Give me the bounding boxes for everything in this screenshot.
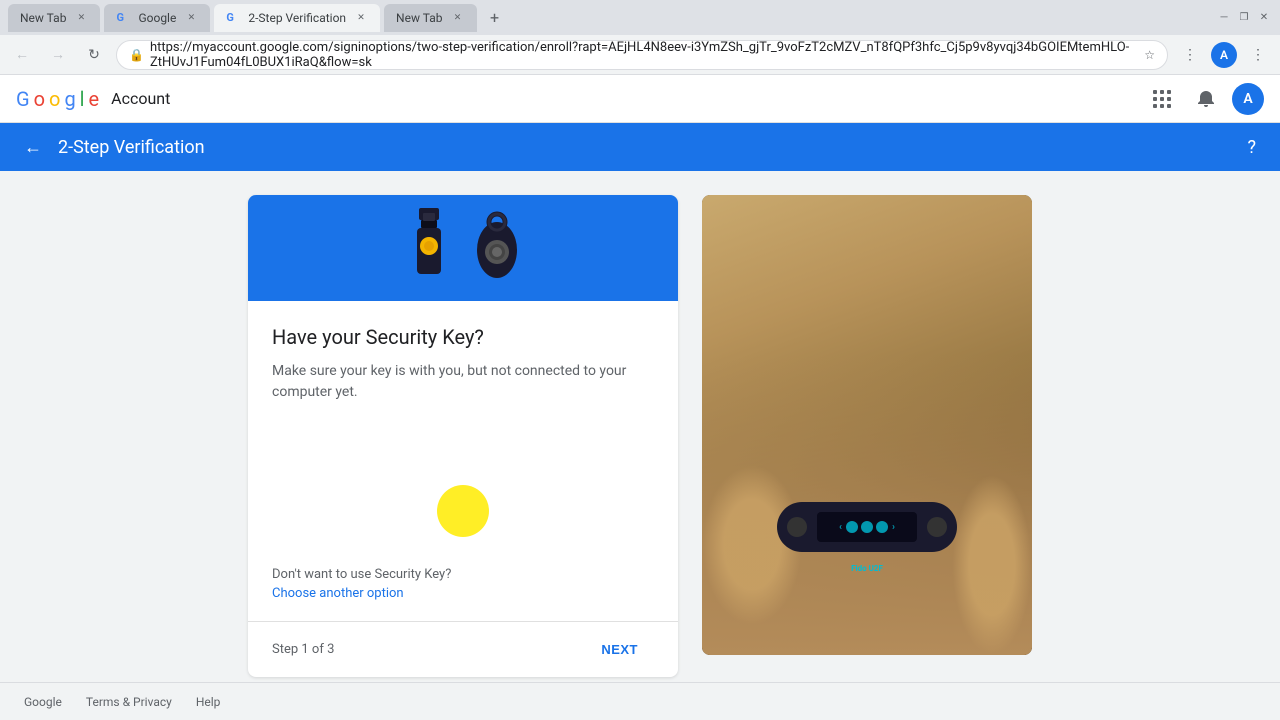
tab-new-tab-1[interactable]: New Tab ✕ — [8, 4, 100, 32]
account-icon-toolbar[interactable]: A — [1210, 41, 1238, 69]
tab-title: New Tab — [396, 11, 442, 25]
app-icons — [846, 521, 888, 533]
card-footer-alt: Don't want to use Security Key? Choose a… — [248, 567, 678, 621]
minimize-button[interactable]: ─ — [1216, 10, 1232, 26]
usb-key-icon — [403, 208, 455, 288]
app-icon-2 — [861, 521, 873, 533]
card-image-area — [248, 195, 678, 301]
ledger-right-button — [927, 517, 947, 537]
tab-close-4[interactable]: ✕ — [451, 11, 465, 25]
tab-2step[interactable]: G 2-Step Verification ✕ — [214, 4, 380, 32]
notifications-icon[interactable] — [1188, 81, 1224, 117]
close-button[interactable]: ✕ — [1256, 10, 1272, 26]
forward-button[interactable]: → — [44, 41, 72, 69]
keyfob-icon — [471, 208, 523, 288]
ledger-device: ‹ › — [777, 502, 957, 552]
footer-link-help[interactable]: Help — [196, 695, 221, 709]
lock-icon: 🔒 — [129, 48, 144, 62]
ledger-screen: ‹ › — [817, 512, 917, 542]
video-background: ‹ › Fido U2F — [702, 195, 1032, 655]
extensions-icon[interactable]: ⋮ — [1176, 41, 1204, 69]
settings-icon[interactable]: ⋮ — [1244, 41, 1272, 69]
choose-another-option-link[interactable]: Choose another option — [272, 586, 404, 601]
logo-letter-g2: g — [64, 87, 75, 111]
blue-banner: ← 2-Step Verification ? — [0, 123, 1280, 171]
logo-letter-e: e — [89, 87, 100, 111]
card-subtitle: Make sure your key is with you, but not … — [272, 361, 654, 403]
toolbar-icons: ⋮ A ⋮ — [1176, 41, 1272, 69]
browser-toolbar: ← → ↻ 🔒 https://myaccount.google.com/sig… — [0, 35, 1280, 75]
tab-google[interactable]: G Google ✕ — [104, 4, 210, 32]
main-content: Have your Security Key? Make sure your k… — [0, 171, 1280, 682]
logo-letter-G: G — [16, 87, 30, 111]
tab-new-tab-2[interactable]: New Tab ✕ — [384, 4, 476, 32]
new-tab-button[interactable]: + — [481, 4, 509, 32]
video-thumbnail: ‹ › Fido U2F — [702, 195, 1032, 655]
account-label: Account — [111, 89, 170, 108]
google-header: Google Account A — [0, 75, 1280, 123]
footer-link-terms[interactable]: Terms & Privacy — [86, 695, 172, 709]
app-icon-3 — [876, 521, 888, 533]
logo-letter-o2: o — [49, 87, 60, 111]
google-logo: Google — [16, 87, 99, 111]
tab-close-1[interactable]: ✕ — [74, 11, 88, 25]
next-button[interactable]: NEXT — [585, 634, 654, 665]
address-text: https://myaccount.google.com/signinoptio… — [150, 40, 1138, 70]
logo-letter-o1: o — [34, 87, 45, 111]
tab-close-3[interactable]: ✕ — [354, 11, 368, 25]
tab-title: Google — [138, 11, 176, 25]
fido-label: Fido U2F — [777, 556, 957, 575]
reload-button[interactable]: ↻ — [80, 41, 108, 69]
step-indicator: Step 1 of 3 — [272, 642, 334, 657]
google-favicon: G — [116, 11, 130, 25]
bookmark-icon[interactable]: ☆ — [1144, 48, 1155, 62]
back-button[interactable]: ← — [8, 41, 36, 69]
back-arrow-icon[interactable]: ← — [24, 137, 42, 158]
user-avatar-header[interactable]: A — [1232, 83, 1264, 115]
help-icon[interactable]: ? — [1247, 137, 1256, 158]
security-key-card: Have your Security Key? Make sure your k… — [248, 195, 678, 677]
footer-link-google[interactable]: Google — [24, 695, 62, 709]
address-bar[interactable]: 🔒 https://myaccount.google.com/signinopt… — [116, 40, 1168, 70]
restore-button[interactable]: ❐ — [1236, 10, 1252, 26]
tab-title: New Tab — [20, 11, 66, 25]
apps-icon[interactable] — [1144, 81, 1180, 117]
profile-avatar-toolbar[interactable]: A — [1211, 42, 1237, 68]
thumb-right — [952, 475, 1032, 655]
dont-want-text: Don't want to use Security Key? — [272, 567, 654, 582]
card-spacer — [248, 427, 678, 567]
app-icon-1 — [846, 521, 858, 533]
card-actions: Step 1 of 3 NEXT — [248, 621, 678, 677]
nav-arrow-right: › — [892, 522, 895, 533]
nav-arrow-left: ‹ — [839, 522, 842, 533]
google-favicon-active: G — [226, 11, 240, 25]
tab-close-2[interactable]: ✕ — [184, 11, 198, 25]
browser-titlebar: New Tab ✕ G Google ✕ G 2-Step Verificati… — [0, 0, 1280, 35]
page-footer: Google Terms & Privacy Help — [0, 682, 1280, 720]
logo-letter-l: l — [80, 87, 85, 111]
ledger-left-button — [787, 517, 807, 537]
card-body: Have your Security Key? Make sure your k… — [248, 301, 678, 427]
banner-title: 2-Step Verification — [58, 137, 1231, 158]
card-title: Have your Security Key? — [272, 325, 654, 349]
tab-title: 2-Step Verification — [248, 11, 346, 25]
ledger-device-container: ‹ › Fido U2F — [777, 502, 957, 575]
window-controls: ─ ❐ ✕ — [1216, 10, 1272, 26]
cursor-indicator — [437, 485, 489, 537]
